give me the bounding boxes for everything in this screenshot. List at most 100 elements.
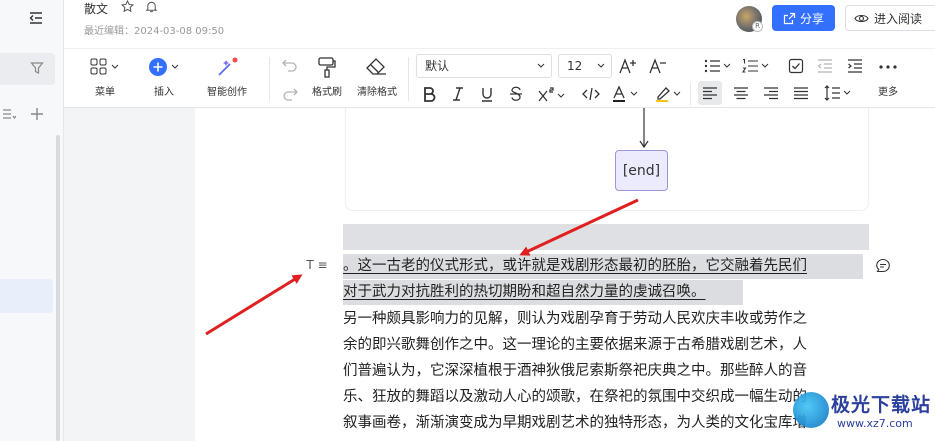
bell-icon[interactable] bbox=[145, 0, 158, 13]
smart-create-label: 智能创作 bbox=[207, 87, 247, 98]
checklist-button[interactable] bbox=[786, 55, 806, 77]
checkbox-icon bbox=[788, 58, 804, 74]
flow-arrow bbox=[639, 108, 649, 149]
eye-icon bbox=[854, 14, 869, 22]
italic-button[interactable] bbox=[449, 83, 467, 105]
read-mode-label: 进入阅读 bbox=[874, 11, 923, 26]
indent-icon bbox=[848, 59, 862, 73]
numbered-list-button[interactable] bbox=[740, 55, 772, 77]
font-color-icon bbox=[613, 85, 638, 102]
font-increase-icon bbox=[619, 58, 636, 74]
line-spacing-button[interactable] bbox=[821, 83, 853, 103]
chevron-down-icon bbox=[537, 63, 545, 68]
font-decrease-icon bbox=[649, 58, 666, 74]
align-right-icon bbox=[764, 87, 778, 100]
block-highlight bbox=[343, 224, 869, 250]
grid-icon bbox=[90, 58, 119, 75]
bold-button[interactable] bbox=[420, 83, 438, 105]
paragraph-line[interactable]: 余的即兴歌舞创作之中。这一理论的主要依据来源于古希腊戏剧艺术，人 bbox=[343, 333, 863, 358]
redo-icon bbox=[283, 88, 298, 101]
format-brush-icon bbox=[318, 57, 336, 78]
strikethrough-button[interactable] bbox=[507, 83, 525, 105]
comment-icon[interactable] bbox=[875, 258, 891, 274]
sidebar-item-active[interactable] bbox=[0, 279, 53, 313]
justify-icon bbox=[794, 87, 808, 100]
outdent-button[interactable] bbox=[815, 55, 835, 77]
numbered-list-icon bbox=[742, 58, 769, 73]
eraser-icon bbox=[366, 58, 386, 75]
code-icon bbox=[582, 87, 600, 101]
more-label: 更多 bbox=[878, 87, 898, 98]
document-title[interactable]: 散文 bbox=[84, 0, 108, 17]
sidebar bbox=[0, 0, 64, 441]
last-edited-time: 最近编辑：2024-03-08 09:50 bbox=[84, 26, 225, 37]
star-icon[interactable] bbox=[121, 0, 134, 13]
align-right-button[interactable] bbox=[761, 83, 781, 103]
collapse-sidebar-icon[interactable] bbox=[27, 9, 45, 27]
font-color-button[interactable] bbox=[610, 83, 642, 105]
italic-icon bbox=[453, 87, 463, 101]
align-center-icon bbox=[734, 87, 748, 100]
format-toolbar: 菜单 插入 智能创作 格式刷 清除格式 默认 12 更多 bbox=[64, 48, 935, 108]
decrease-font-button[interactable] bbox=[647, 55, 669, 77]
watermark-text: 极光下载站 bbox=[831, 394, 932, 416]
add-icon[interactable] bbox=[29, 106, 45, 122]
block-handle[interactable]: T ≡ bbox=[298, 254, 336, 276]
menu-label: 菜单 bbox=[95, 87, 115, 98]
code-button[interactable] bbox=[580, 83, 602, 105]
format-brush-button[interactable]: 格式刷 bbox=[312, 55, 342, 98]
document-header: 散文 最近编辑：2024-03-08 09:50 R 分享 进入阅读 bbox=[64, 0, 935, 48]
paragraph-line[interactable]: 们普遍认为，它深深植根于酒神狄俄尼索斯祭祀庆典之中。那些醉人的音 bbox=[343, 359, 863, 384]
more-icon bbox=[879, 65, 897, 69]
insert-label: 插入 bbox=[154, 87, 174, 98]
undo-icon bbox=[282, 59, 297, 72]
more-button[interactable]: 更多 bbox=[878, 55, 898, 98]
list-sort-icon[interactable] bbox=[2, 107, 16, 121]
superscript-button[interactable] bbox=[536, 83, 568, 105]
chevron-down-icon bbox=[597, 63, 605, 68]
align-left-button[interactable] bbox=[700, 83, 720, 103]
highlighter-icon bbox=[656, 87, 681, 102]
watermark-logo-icon bbox=[793, 392, 829, 428]
bullet-list-icon bbox=[704, 59, 731, 73]
share-button[interactable]: 分享 bbox=[772, 5, 835, 31]
font-size-select[interactable]: 12 bbox=[558, 54, 612, 78]
format-brush-label: 格式刷 bbox=[312, 87, 342, 98]
underline-button[interactable] bbox=[478, 83, 496, 105]
flow-end-node[interactable]: [end] bbox=[615, 150, 668, 191]
avatar-badge: R bbox=[752, 21, 763, 32]
smart-create-button[interactable]: 智能创作 bbox=[207, 55, 247, 98]
superscript-icon bbox=[538, 87, 565, 102]
clear-format-label: 清除格式 bbox=[357, 87, 397, 98]
insert-button[interactable]: 插入 bbox=[147, 55, 181, 98]
outdent-icon bbox=[817, 59, 832, 73]
paragraph-line[interactable]: 另一种颇具影响力的见解，则认为戏剧孕育于劳动人民欢庆丰收或劳作之 bbox=[343, 307, 863, 332]
paragraph-line[interactable]: 乐、狂放的舞蹈以及激动人心的颂歌，在祭祀的氛围中交织成一幅生动的 bbox=[343, 385, 863, 410]
read-mode-button[interactable]: 进入阅读 bbox=[845, 5, 935, 31]
flowchart-block[interactable] bbox=[345, 108, 869, 211]
font-family-select[interactable]: 默认 bbox=[416, 54, 552, 78]
clear-format-button[interactable]: 清除格式 bbox=[357, 55, 397, 98]
underline-icon bbox=[482, 88, 492, 102]
share-button-label: 分享 bbox=[799, 11, 824, 26]
line-spacing-icon bbox=[824, 85, 851, 101]
sidebar-scrollbar[interactable] bbox=[56, 135, 60, 441]
indent-button[interactable] bbox=[845, 55, 865, 77]
bullet-list-button[interactable] bbox=[702, 55, 734, 77]
increase-font-button[interactable] bbox=[617, 55, 639, 77]
highlight-button[interactable] bbox=[653, 83, 685, 105]
menu-button[interactable]: 菜单 bbox=[89, 55, 121, 98]
undo-button[interactable] bbox=[279, 55, 301, 75]
sidebar-search-row[interactable] bbox=[0, 53, 55, 85]
align-center-button[interactable] bbox=[731, 83, 751, 103]
justify-button[interactable] bbox=[791, 83, 811, 103]
filter-icon[interactable] bbox=[30, 61, 44, 75]
paragraph-line-selected[interactable]: 对于武力对抗胜利的热切期盼和超自然力量的虔诚召唤。 bbox=[343, 280, 743, 305]
paragraph-line-selected[interactable]: 。这一古老的仪式形式，或许就是戏剧形态最初的胚胎，它交融着先民们 bbox=[343, 254, 863, 279]
watermark: 极光下载站 www.xz7.com bbox=[793, 388, 935, 441]
share-icon bbox=[783, 12, 796, 24]
paragraph-line[interactable]: 叙事画卷，渐渐演变成为早期戏剧艺术的独特形态，为人类的文化宝库增 bbox=[343, 411, 863, 436]
plus-circle-icon bbox=[149, 58, 179, 76]
redo-button[interactable] bbox=[279, 84, 301, 104]
font-family-value: 默认 bbox=[425, 59, 450, 73]
